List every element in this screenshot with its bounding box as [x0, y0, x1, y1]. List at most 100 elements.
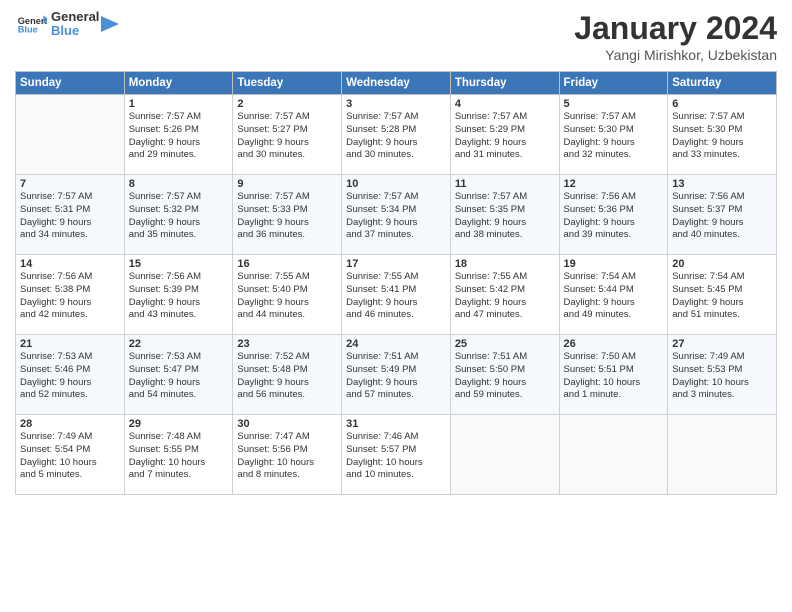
sunset-text: Sunset: 5:57 PM — [346, 444, 446, 457]
col-monday: Monday — [124, 72, 233, 95]
daylight-text-line2: and 10 minutes. — [346, 469, 446, 482]
daylight-text-line2: and 35 minutes. — [129, 229, 229, 242]
daylight-text-line1: Daylight: 9 hours — [237, 137, 337, 150]
day-number: 13 — [672, 178, 772, 190]
sunrise-text: Sunrise: 7:57 AM — [20, 191, 120, 204]
calendar-cell: 27Sunrise: 7:49 AMSunset: 5:53 PMDayligh… — [668, 335, 777, 415]
sunset-text: Sunset: 5:54 PM — [20, 444, 120, 457]
calendar-cell: 23Sunrise: 7:52 AMSunset: 5:48 PMDayligh… — [233, 335, 342, 415]
calendar-cell: 15Sunrise: 7:56 AMSunset: 5:39 PMDayligh… — [124, 255, 233, 335]
sunset-text: Sunset: 5:26 PM — [129, 124, 229, 137]
daylight-text-line1: Daylight: 9 hours — [672, 137, 772, 150]
calendar-week-row: 1Sunrise: 7:57 AMSunset: 5:26 PMDaylight… — [16, 95, 777, 175]
day-number: 9 — [237, 178, 337, 190]
svg-text:Blue: Blue — [18, 25, 38, 34]
sunset-text: Sunset: 5:39 PM — [129, 284, 229, 297]
sunrise-text: Sunrise: 7:55 AM — [455, 271, 555, 284]
sunset-text: Sunset: 5:53 PM — [672, 364, 772, 377]
daylight-text-line1: Daylight: 9 hours — [455, 297, 555, 310]
sunset-text: Sunset: 5:50 PM — [455, 364, 555, 377]
day-number: 21 — [20, 338, 120, 350]
daylight-text-line2: and 33 minutes. — [672, 149, 772, 162]
sunrise-text: Sunrise: 7:46 AM — [346, 431, 446, 444]
day-number: 23 — [237, 338, 337, 350]
calendar-cell: 26Sunrise: 7:50 AMSunset: 5:51 PMDayligh… — [559, 335, 668, 415]
daylight-text-line1: Daylight: 9 hours — [672, 297, 772, 310]
daylight-text-line2: and 38 minutes. — [455, 229, 555, 242]
daylight-text-line1: Daylight: 9 hours — [346, 297, 446, 310]
daylight-text-line1: Daylight: 9 hours — [672, 217, 772, 230]
daylight-text-line1: Daylight: 9 hours — [237, 217, 337, 230]
daylight-text-line1: Daylight: 9 hours — [129, 137, 229, 150]
sunset-text: Sunset: 5:36 PM — [564, 204, 664, 217]
sunset-text: Sunset: 5:38 PM — [20, 284, 120, 297]
calendar-cell: 12Sunrise: 7:56 AMSunset: 5:36 PMDayligh… — [559, 175, 668, 255]
sunrise-text: Sunrise: 7:48 AM — [129, 431, 229, 444]
calendar-cell: 25Sunrise: 7:51 AMSunset: 5:50 PMDayligh… — [450, 335, 559, 415]
day-number: 17 — [346, 258, 446, 270]
day-number: 24 — [346, 338, 446, 350]
daylight-text-line1: Daylight: 9 hours — [129, 377, 229, 390]
calendar-week-row: 14Sunrise: 7:56 AMSunset: 5:38 PMDayligh… — [16, 255, 777, 335]
calendar-cell: 2Sunrise: 7:57 AMSunset: 5:27 PMDaylight… — [233, 95, 342, 175]
daylight-text-line2: and 37 minutes. — [346, 229, 446, 242]
sunset-text: Sunset: 5:31 PM — [20, 204, 120, 217]
sunset-text: Sunset: 5:41 PM — [346, 284, 446, 297]
calendar-cell: 18Sunrise: 7:55 AMSunset: 5:42 PMDayligh… — [450, 255, 559, 335]
calendar-cell: 4Sunrise: 7:57 AMSunset: 5:29 PMDaylight… — [450, 95, 559, 175]
daylight-text-line2: and 3 minutes. — [672, 389, 772, 402]
daylight-text-line2: and 1 minute. — [564, 389, 664, 402]
daylight-text-line1: Daylight: 9 hours — [20, 377, 120, 390]
calendar-cell: 13Sunrise: 7:56 AMSunset: 5:37 PMDayligh… — [668, 175, 777, 255]
daylight-text-line2: and 34 minutes. — [20, 229, 120, 242]
daylight-text-line2: and 46 minutes. — [346, 309, 446, 322]
calendar-table: Sunday Monday Tuesday Wednesday Thursday… — [15, 71, 777, 495]
daylight-text-line2: and 39 minutes. — [564, 229, 664, 242]
day-number: 31 — [346, 418, 446, 430]
daylight-text-line1: Daylight: 9 hours — [20, 297, 120, 310]
sunset-text: Sunset: 5:35 PM — [455, 204, 555, 217]
calendar-cell: 17Sunrise: 7:55 AMSunset: 5:41 PMDayligh… — [342, 255, 451, 335]
calendar-cell: 30Sunrise: 7:47 AMSunset: 5:56 PMDayligh… — [233, 415, 342, 495]
day-number: 19 — [564, 258, 664, 270]
sunrise-text: Sunrise: 7:57 AM — [346, 111, 446, 124]
col-tuesday: Tuesday — [233, 72, 342, 95]
logo: General Blue General Blue — [15, 10, 119, 39]
sunrise-text: Sunrise: 7:57 AM — [672, 111, 772, 124]
calendar-cell: 8Sunrise: 7:57 AMSunset: 5:32 PMDaylight… — [124, 175, 233, 255]
daylight-text-line2: and 59 minutes. — [455, 389, 555, 402]
daylight-text-line2: and 49 minutes. — [564, 309, 664, 322]
daylight-text-line1: Daylight: 9 hours — [564, 137, 664, 150]
daylight-text-line1: Daylight: 9 hours — [346, 377, 446, 390]
sunset-text: Sunset: 5:27 PM — [237, 124, 337, 137]
daylight-text-line1: Daylight: 10 hours — [237, 457, 337, 470]
calendar-cell: 7Sunrise: 7:57 AMSunset: 5:31 PMDaylight… — [16, 175, 125, 255]
calendar-week-row: 21Sunrise: 7:53 AMSunset: 5:46 PMDayligh… — [16, 335, 777, 415]
col-saturday: Saturday — [668, 72, 777, 95]
logo-general-text: General — [51, 10, 99, 24]
day-number: 3 — [346, 98, 446, 110]
day-number: 16 — [237, 258, 337, 270]
daylight-text-line2: and 52 minutes. — [20, 389, 120, 402]
daylight-text-line2: and 36 minutes. — [237, 229, 337, 242]
sunrise-text: Sunrise: 7:51 AM — [346, 351, 446, 364]
location-text: Yangi Mirishkor, Uzbekistan — [574, 47, 777, 63]
sunset-text: Sunset: 5:37 PM — [672, 204, 772, 217]
sunrise-text: Sunrise: 7:57 AM — [129, 111, 229, 124]
logo-arrow-icon — [101, 10, 119, 38]
sunrise-text: Sunrise: 7:57 AM — [455, 191, 555, 204]
sunrise-text: Sunrise: 7:47 AM — [237, 431, 337, 444]
sunrise-text: Sunrise: 7:57 AM — [237, 191, 337, 204]
sunset-text: Sunset: 5:30 PM — [672, 124, 772, 137]
daylight-text-line1: Daylight: 9 hours — [237, 377, 337, 390]
day-number: 2 — [237, 98, 337, 110]
day-number: 18 — [455, 258, 555, 270]
day-number: 4 — [455, 98, 555, 110]
daylight-text-line2: and 57 minutes. — [346, 389, 446, 402]
sunrise-text: Sunrise: 7:56 AM — [564, 191, 664, 204]
day-number: 7 — [20, 178, 120, 190]
calendar-header-row: Sunday Monday Tuesday Wednesday Thursday… — [16, 72, 777, 95]
daylight-text-line2: and 30 minutes. — [237, 149, 337, 162]
sunrise-text: Sunrise: 7:57 AM — [564, 111, 664, 124]
daylight-text-line2: and 5 minutes. — [20, 469, 120, 482]
